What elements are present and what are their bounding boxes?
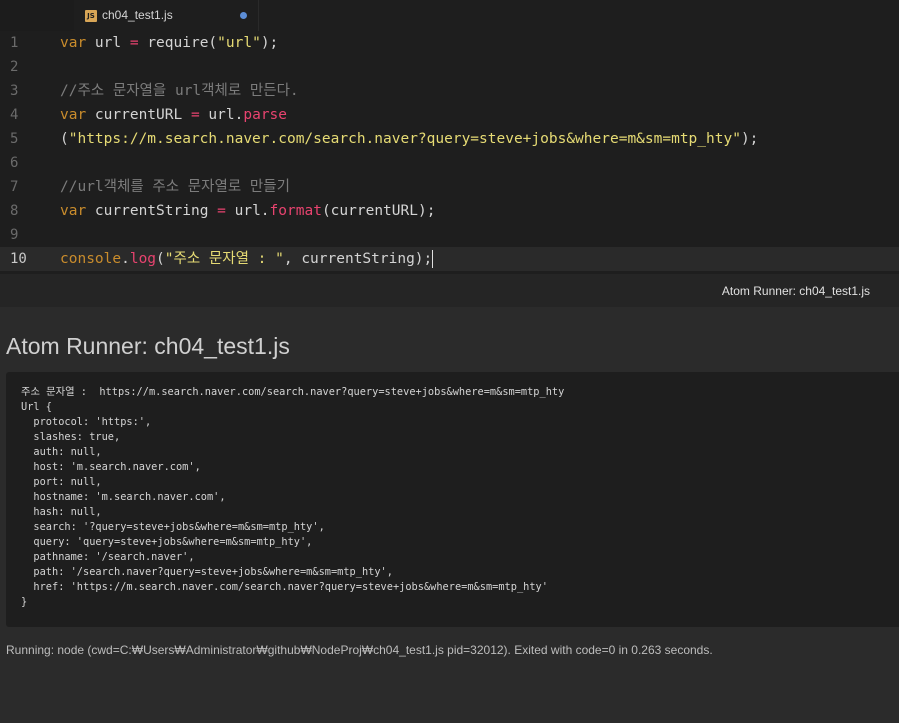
code-token: //url객체를 주소 문자열로 만들기	[60, 179, 290, 195]
line-number: 4	[10, 107, 19, 123]
runner-tab-title[interactable]: Atom Runner: ch04_test1.js	[722, 284, 870, 298]
code-text[interactable]: ("https://m.search.naver.com/search.nave…	[60, 127, 758, 151]
code-token: , currentString);	[283, 251, 433, 267]
code-line[interactable]: 4 var currentURL = url.parse	[0, 103, 899, 127]
js-file-icon: JS	[85, 10, 97, 22]
code-token: var	[60, 107, 87, 123]
code-text[interactable]: //주소 문자열을 url객체로 만든다.	[60, 79, 299, 103]
code-text[interactable]: var currentURL = url.parse	[60, 103, 287, 127]
runner-heading: Atom Runner: ch04_test1.js	[6, 333, 290, 359]
code-token: parse	[243, 107, 288, 123]
code-token: =	[129, 35, 139, 51]
atom-runner-panel: Atom Runner: ch04_test1.js 주소 문자열 : http…	[0, 307, 899, 723]
code-line[interactable]: 2	[0, 55, 899, 79]
line-number: 1	[10, 35, 19, 51]
code-line[interactable]: 5 ("https://m.search.naver.com/search.nav…	[0, 127, 899, 151]
code-text[interactable]: //url객체를 주소 문자열로 만들기	[60, 175, 290, 199]
code-text[interactable]: var currentString = url.format(currentUR…	[60, 199, 435, 223]
code-token: console	[60, 251, 122, 267]
code-token: "주소 문자열 : "	[164, 251, 284, 267]
code-line[interactable]: 6	[0, 151, 899, 175]
tab-bar-spacer	[0, 0, 75, 31]
code-token: var	[60, 35, 87, 51]
code-line[interactable]: 7 //url객체를 주소 문자열로 만들기	[0, 175, 899, 199]
code-text[interactable]: var url = require("url");	[60, 31, 278, 55]
code-token: var	[60, 203, 87, 219]
code-token: (currentURL);	[321, 203, 436, 219]
line-number: 2	[10, 59, 19, 75]
code-line[interactable]: 8 var currentString = url.format(currentU…	[0, 199, 899, 223]
code-line[interactable]: 9	[0, 223, 899, 247]
code-token: (	[156, 251, 165, 267]
code-token: url	[86, 35, 130, 51]
line-number: 6	[10, 155, 19, 171]
code-token: );	[260, 35, 279, 51]
line-number: 10	[10, 251, 27, 267]
code-token: =	[190, 107, 200, 123]
code-token: "url"	[217, 35, 261, 51]
code-line[interactable]: 3 //주소 문자열을 url객체로 만든다.	[0, 79, 899, 103]
line-number: 5	[10, 131, 19, 147]
code-editor[interactable]: 1 var url = require("url"); 2 3 //주소 문자열을 ur…	[0, 31, 899, 274]
code-token: );	[740, 131, 759, 147]
modified-indicator-icon[interactable]	[240, 12, 247, 19]
code-line[interactable]: 1 var url = require("url");	[0, 31, 899, 55]
code-token: currentString	[86, 203, 218, 219]
code-token: url.	[225, 203, 270, 219]
tab-bar: JS ch04_test1.js	[0, 0, 899, 31]
line-number: 7	[10, 179, 19, 195]
code-line[interactable]: 10 console.log("주소 문자열 : ", currentString…	[0, 247, 899, 271]
text-cursor	[432, 250, 434, 268]
code-token: currentURL	[86, 107, 191, 123]
code-token: (	[60, 131, 69, 147]
code-text[interactable]: console.log("주소 문자열 : ", currentString);	[60, 247, 434, 271]
code-token: .	[121, 251, 130, 267]
tab-ch04-test1[interactable]: JS ch04_test1.js	[74, 0, 259, 31]
code-token: log	[129, 251, 157, 267]
code-token: require(	[138, 35, 218, 51]
code-token: url.	[199, 107, 244, 123]
runner-tab-bar: Atom Runner: ch04_test1.js	[0, 274, 899, 307]
runner-output-box: 주소 문자열 : https://m.search.naver.com/sear…	[6, 372, 899, 627]
runner-status-text: Running: node (cwd=C:₩Users₩Administrato…	[6, 643, 713, 657]
line-number: 9	[10, 227, 19, 243]
line-number: 3	[10, 83, 19, 99]
code-token: //주소 문자열을 url객체로 만든다.	[60, 83, 299, 99]
code-token: format	[269, 203, 322, 219]
line-number: 8	[10, 203, 19, 219]
runner-output-text: 주소 문자열 : https://m.search.naver.com/sear…	[21, 386, 565, 608]
code-token: "https://m.search.naver.com/search.naver…	[68, 131, 741, 147]
code-token: =	[217, 203, 226, 219]
tab-title: ch04_test1.js	[102, 8, 173, 22]
